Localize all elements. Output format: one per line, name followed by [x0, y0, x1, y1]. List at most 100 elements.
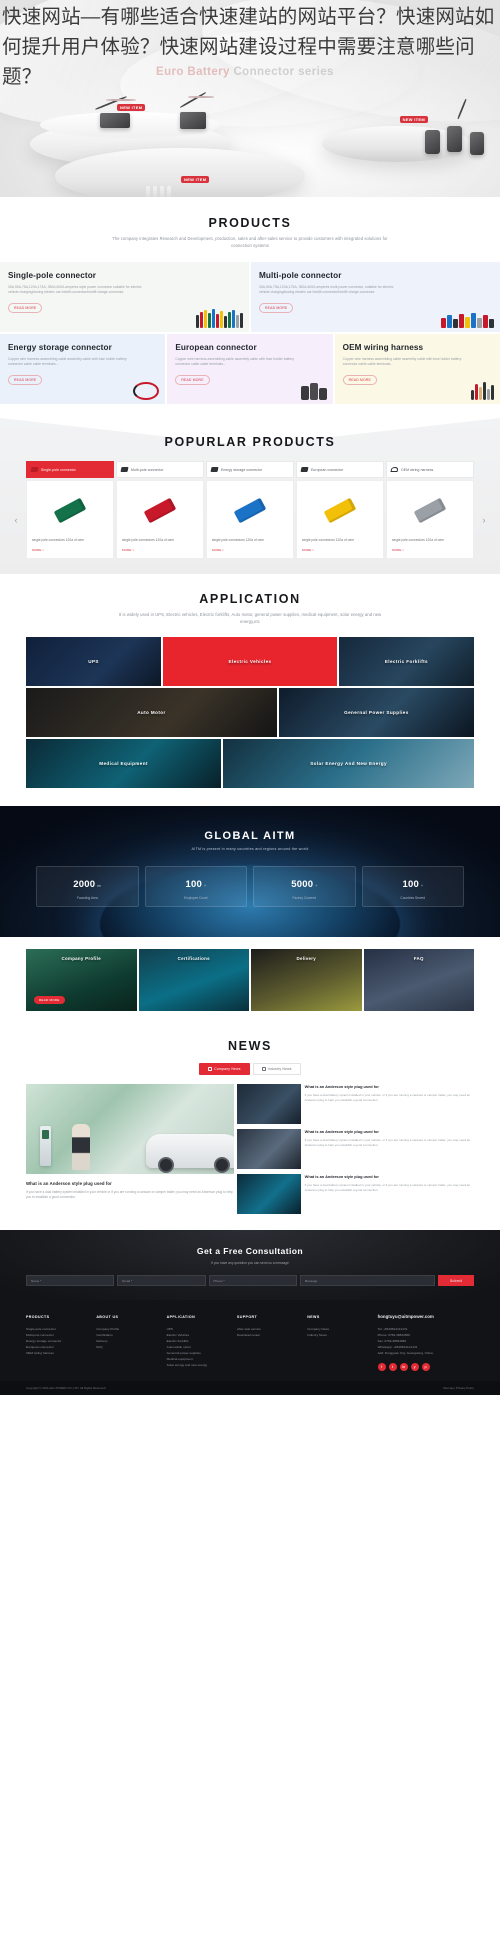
application-tile-electric-forklifts[interactable]: Electric Forklifts [338, 637, 474, 686]
consultation-section: Get a Free Consultation If you have any … [0, 1230, 500, 1300]
stat-employee-count: 100 + Employee Count [144, 866, 247, 907]
pinterest-icon[interactable]: p [421, 1363, 430, 1371]
product-card-european[interactable]: European connector Copper wire harness a… [167, 334, 333, 404]
about-card-label: Company Profile [61, 956, 101, 961]
charging-station-graphic [40, 1126, 51, 1166]
product-card-readmore-button[interactable]: READ MORE [259, 302, 294, 313]
popular-tab-energy-storage[interactable]: Energy storage connector [206, 461, 294, 478]
twitter-icon[interactable]: t [388, 1363, 397, 1371]
popular-products-section: POPURLAR PRODUCTS Single-pole connector … [0, 418, 500, 574]
email-field[interactable]: Email * [117, 1275, 206, 1286]
hero-connector-r1 [425, 130, 440, 154]
popular-tab-single-pole[interactable]: Single-pole connector [26, 461, 114, 478]
copyright-links[interactable]: Sitemap | Privacy Policy [443, 1386, 474, 1390]
application-tile-label: Medical Equipment [99, 761, 148, 766]
about-card-company-profile[interactable]: Company Profile READ MORE [26, 949, 137, 1011]
application-tile-label: Solar Energy And New Energy [310, 761, 387, 766]
popular-tab-label: Multi-pole connector [131, 467, 164, 472]
consultation-form: Name * Email * Phone * Message Submit [26, 1275, 475, 1286]
footer-column-products: PRODUCTS Single-pole connector Multi-pol… [26, 1314, 90, 1371]
footer-heading: PRODUCTS [26, 1315, 50, 1319]
hero-tag-2: NEW ITEM [399, 116, 428, 123]
popular-product-card[interactable]: single pole connectors 120a of oem MORE … [116, 480, 204, 559]
news-tab-company[interactable]: Company News [199, 1063, 250, 1075]
application-tile-ups[interactable]: UPS [26, 637, 162, 686]
popular-product-card[interactable]: single pole connectors 120a of oem MORE … [296, 480, 384, 559]
news-list-item[interactable]: What is an Anderson style plug used for … [236, 1174, 474, 1214]
youtube-icon[interactable]: y [410, 1363, 419, 1371]
popular-product-card[interactable]: single pole connectors 120a of oem MORE … [26, 480, 114, 559]
application-tile-auto-motor[interactable]: Auto Motor [26, 688, 277, 737]
news-header: NEWS [0, 1039, 500, 1053]
product-card-readmore-button[interactable]: READ MORE [8, 302, 43, 313]
stat-founding-area: 2000 m² Founding Area [36, 866, 139, 907]
news-tab-industry[interactable]: Industry News [252, 1063, 301, 1075]
news-list-item[interactable]: What is an Anderson style plug used for … [236, 1084, 474, 1124]
application-tile-medical-equipment[interactable]: Medical Equipment [26, 739, 222, 788]
footer-column-support: SUPPORT After-sale service Download cent… [237, 1314, 301, 1371]
popular-product-more-link[interactable]: MORE > [32, 548, 108, 552]
submit-button[interactable]: Submit [438, 1275, 475, 1286]
product-card-readmore-button[interactable]: READ MORE [175, 374, 210, 385]
stat-value-row: 100 + [150, 874, 243, 892]
popular-product-card[interactable]: single pole connectors 120a of oem MORE … [206, 480, 294, 559]
news-item-desc: If you have a dual battery system instal… [304, 1138, 471, 1147]
footer-link[interactable]: Industry News [307, 1332, 371, 1338]
product-card-image [470, 382, 494, 400]
popular-product-caption: single pole connectors 120a of oem [122, 538, 175, 542]
news-title: NEWS [228, 1039, 272, 1053]
popular-carousel: ‹ single pole connectors 120a of oem MOR… [0, 480, 500, 559]
footer-column-application: APPLICATION UPS Electric Vehicles Electr… [167, 1314, 231, 1371]
footer-link[interactable]: FAQ [96, 1344, 160, 1350]
popular-product-more-link[interactable]: MORE > [392, 548, 468, 552]
about-card-faq[interactable]: FAQ [363, 949, 474, 1011]
product-card-energy-storage[interactable]: Energy storage connector Copper wire har… [0, 334, 166, 404]
carousel-next-button[interactable]: › [478, 514, 490, 526]
product-card-desc: Copper wire harness assembling cable ass… [8, 357, 127, 367]
popular-product-card[interactable]: single pole connectors 120a of oem MORE … [386, 480, 474, 559]
popular-product-image [302, 489, 378, 532]
popular-product-more-link[interactable]: MORE > [212, 548, 288, 552]
about-card-label: FAQ [413, 956, 424, 961]
copyright-text: Copyright © 2024 aitm POWER CO.,LTD. All… [26, 1386, 107, 1390]
application-tile-solar-energy[interactable]: Solar Energy And New Energy [223, 739, 474, 788]
product-card-single-pole[interactable]: Single-pole connector 30A,50A,75A,120A,1… [0, 262, 249, 332]
hero-connector-mid [179, 91, 214, 129]
popular-product-more-link[interactable]: MORE > [122, 548, 198, 552]
footer-link[interactable]: OEM wiring harness [26, 1350, 90, 1356]
application-section: APPLICATION It is widely used in UPS, El… [0, 574, 500, 806]
about-readmore-button[interactable]: READ MORE [34, 996, 65, 1004]
contact-email[interactable]: hongtuyu@aitmpower.com [378, 1314, 474, 1320]
application-tile-label: Genernal Power Supplies [344, 710, 409, 715]
name-field[interactable]: Name * [26, 1275, 115, 1286]
global-section: GLOBAL AITM AITM is present in many coun… [0, 806, 500, 937]
about-card-delivery[interactable]: Delivery [251, 949, 362, 1011]
product-card-readmore-button[interactable]: READ MORE [342, 374, 377, 385]
about-card-certifications[interactable]: Certifications [138, 949, 249, 1011]
application-tile-electric-vehicles[interactable]: Electric Vehicles [163, 637, 337, 686]
popular-tab-oem-harness[interactable]: OEM wiring harness [386, 461, 474, 478]
consultation-title: Get a Free Consultation [196, 1246, 304, 1256]
phone-field[interactable]: Phone * [208, 1275, 297, 1286]
popular-tab-multi-pole[interactable]: Multi-pole connector [116, 461, 204, 478]
popular-product-caption: single pole connectors 120a of oem [392, 538, 445, 542]
application-grid: UPS Electric Vehicles Electric Forklifts… [0, 637, 500, 788]
footer: PRODUCTS Single-pole connector Multi-pol… [0, 1300, 500, 1381]
application-tile-general-power[interactable]: Genernal Power Supplies [278, 688, 474, 737]
linkedin-icon[interactable]: in [399, 1363, 408, 1371]
product-card-oem-harness[interactable]: OEM wiring harness Copper wire harness a… [334, 334, 500, 404]
popular-product-image [122, 489, 198, 532]
products-section: PRODUCTS The company integrates Research… [0, 197, 500, 418]
popular-product-more-link[interactable]: MORE > [302, 548, 378, 552]
product-card-multi-pole[interactable]: Multi-pole connector 30A,50A,75A,120A,17… [251, 262, 500, 332]
news-list-item[interactable]: What is an Anderson style plug used for … [236, 1129, 474, 1169]
facebook-icon[interactable]: f [377, 1363, 386, 1371]
carousel-prev-button[interactable]: ‹ [10, 514, 22, 526]
news-tab-label: Industry News [267, 1067, 292, 1071]
news-feature-article[interactable]: What is an Anderson style plug used for … [26, 1084, 234, 1214]
popular-tab-european[interactable]: European connector [296, 461, 384, 478]
footer-link[interactable]: Download center [237, 1332, 301, 1338]
message-field[interactable]: Message [299, 1275, 436, 1286]
footer-link[interactable]: Solar energy and new energy [167, 1362, 231, 1368]
product-card-readmore-button[interactable]: READ MORE [8, 374, 43, 385]
